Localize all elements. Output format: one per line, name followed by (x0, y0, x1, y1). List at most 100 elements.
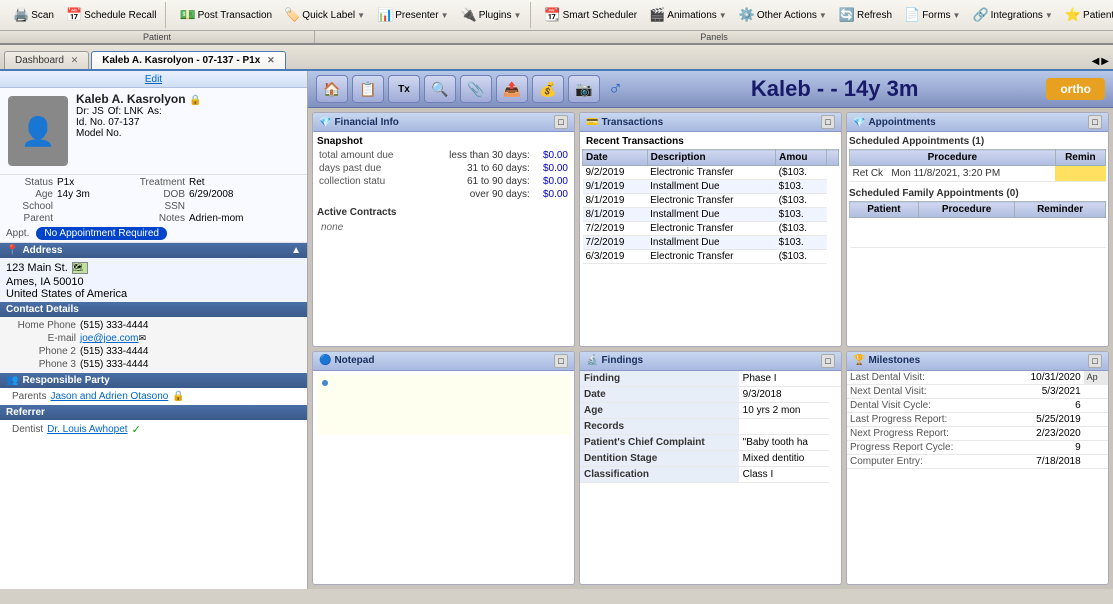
address-expand-icon[interactable]: ▲ (291, 245, 301, 256)
animations-button[interactable]: 🎬 Animations ▼ (644, 4, 732, 26)
ms-val-2: 5/3/2021 (1003, 384, 1083, 398)
scan-button[interactable]: 🖨️ Scan (8, 4, 59, 26)
table-row: Date 9/3/2018 (580, 386, 841, 402)
toolbar: 🖨️ Scan 📅 Schedule Recall 💵 Post Transac… (0, 0, 1113, 45)
appt-reminder (1055, 166, 1105, 182)
refresh-icon: 🔄 (839, 7, 855, 23)
patient-tab-label: Kaleb A. Kasrolyon - 07-137 - P1x (102, 55, 260, 66)
table-row: 9/2/2019Electronic Transfer($103. (583, 166, 839, 180)
smart-scheduler-button[interactable]: 📆 Smart Scheduler (539, 4, 642, 26)
appointments-panel-header: 💎 Appointments □ (847, 113, 1108, 132)
trans-amt: $103. (776, 236, 827, 250)
ms-label-1: Last Dental Visit: (847, 371, 1003, 385)
other-actions-button[interactable]: ⚙️ Other Actions ▼ (734, 4, 832, 26)
gender-icon: ♂ (608, 78, 623, 101)
referrer-section: Referrer Dentist Dr. Louis Awhopet ✓ (0, 405, 307, 439)
table-row: Last Progress Report: 5/25/2019 (847, 412, 1108, 426)
post-transaction-button[interactable]: 💵 Post Transaction (174, 4, 277, 26)
patient-tab-close[interactable]: ✕ (267, 55, 275, 65)
responsible-party-icon: 👥 (6, 375, 18, 386)
paperclip-btn[interactable]: 📎 (460, 75, 492, 103)
tab-arrow-right[interactable]: ▶ (1101, 56, 1109, 67)
dr-label: Dr: JS (76, 106, 104, 117)
forms-label: Forms (922, 10, 950, 21)
trans-date: 6/3/2019 (583, 250, 648, 264)
other-actions-icon: ⚙️ (739, 7, 755, 23)
milestones-panel: 🏆 Milestones □ Last Dental Visit: 10/31/… (846, 351, 1109, 586)
transactions-icon: 💳 (586, 117, 598, 128)
plugins-label: Plugins (479, 10, 512, 21)
finding-label-6: Dentition Stage (580, 450, 739, 466)
finding-val-5: "Baby tooth ha (739, 434, 829, 450)
schedule-recall-button[interactable]: 📅 Schedule Recall (61, 4, 161, 26)
recent-trans-title: Recent Transactions (582, 134, 839, 149)
home-phone-row: Home Phone (515) 333-4444 (6, 319, 301, 332)
integrations-icon: 🔗 (972, 7, 988, 23)
dashboard-tab-close[interactable]: ✕ (71, 55, 79, 65)
dashboard-tab[interactable]: Dashboard ✕ (4, 51, 89, 69)
school-key: School (6, 201, 56, 212)
plugins-button[interactable]: 🔌 Plugins ▼ (456, 4, 527, 26)
dollar-btn[interactable]: 💰 (532, 75, 564, 103)
tab-arrow-left[interactable]: ◀ (1092, 56, 1100, 67)
refresh-button[interactable]: 🔄 Refresh (834, 4, 897, 26)
search-btn[interactable]: 🔍 (424, 75, 456, 103)
trans-amt: $103. (776, 180, 827, 194)
findings-panel-close[interactable]: □ (821, 354, 835, 368)
forms-button[interactable]: 📄 Forms ▼ (899, 4, 965, 26)
financial-panel-close[interactable]: □ (554, 115, 568, 129)
family-col-patient: Patient (850, 202, 919, 218)
ms-val-3: 6 (1003, 398, 1083, 412)
trans-amt: ($103. (776, 194, 827, 208)
snap-val-3: $0.00 (532, 175, 570, 188)
edit-link[interactable]: Edit (145, 74, 162, 85)
patient-tab[interactable]: Kaleb A. Kasrolyon - 07-137 - P1x ✕ (91, 51, 285, 69)
schedule-recall-icon: 📅 (66, 7, 82, 23)
notepad-panel-close[interactable]: □ (554, 354, 568, 368)
snap-val-1: $0.00 (532, 149, 570, 162)
trans-desc: Electronic Transfer (647, 250, 776, 264)
camera-btn[interactable]: 📷 (568, 75, 600, 103)
tab-nav-arrows: ◀ ▶ (1092, 56, 1109, 69)
home-btn[interactable]: 🏠 (316, 75, 348, 103)
findings-scroll (829, 371, 841, 387)
ortho-badge[interactable]: ortho (1046, 78, 1105, 100)
table-row: 9/1/2019Installment Due$103. (583, 180, 839, 194)
lock-icon: 🔒 (189, 95, 201, 106)
transactions-panel-close[interactable]: □ (821, 115, 835, 129)
table-row: Next Dental Visit: 5/3/2021 (847, 384, 1108, 398)
animations-label: Animations (667, 10, 716, 21)
family-appt-header-row: Patient Procedure Reminder (850, 202, 1106, 218)
scan-icon: 🖨️ (13, 7, 29, 23)
tx-btn[interactable]: Tx (388, 75, 420, 103)
age-value: 14y 3m (57, 189, 137, 200)
notepad-text[interactable] (317, 375, 570, 435)
tab-strip: Dashboard ✕ Kaleb A. Kasrolyon - 07-137 … (0, 45, 1113, 71)
phone3-row: Phone 3 (515) 333-4444 (6, 358, 301, 371)
milestones-icon: 🏆 (853, 355, 865, 366)
snap-sub-2: 31 to 60 days: (420, 162, 531, 175)
resp-value[interactable]: Jason and Adrien Otasono (50, 391, 168, 402)
address-row2: Ames, IA 50010 (6, 276, 301, 288)
table-row: Patient's Chief Complaint "Baby tooth ha (580, 434, 841, 450)
milestones-panel-close[interactable]: □ (1088, 354, 1102, 368)
scheduled-appt-table: Procedure Remin Ret Ck Mon 11/8/2021, 3:… (849, 149, 1106, 182)
integrations-button[interactable]: 🔗 Integrations ▼ (967, 4, 1057, 26)
list-btn[interactable]: 📋 (352, 75, 384, 103)
map-icon[interactable]: 🗺 (72, 262, 88, 274)
table-row: 8/1/2019Electronic Transfer($103. (583, 194, 839, 208)
upload-btn[interactable]: 📤 (496, 75, 528, 103)
ms-label-5: Next Progress Report: (847, 426, 1003, 440)
appointments-panel-close[interactable]: □ (1088, 115, 1102, 129)
presenter-button[interactable]: 📊 Presenter ▼ (372, 4, 453, 26)
referrer-header: Referrer (0, 405, 307, 420)
referrer-value[interactable]: Dr. Louis Awhopet (47, 424, 127, 435)
snap-sub-4: over 90 days: (420, 188, 531, 201)
model-row: Model No. (76, 128, 303, 139)
family-col-procedure: Procedure (918, 202, 1014, 218)
ssn-value (189, 201, 269, 212)
email-value[interactable]: joe@joe.com (80, 333, 139, 344)
trans-desc: Electronic Transfer (647, 194, 776, 208)
patient-rewards-button[interactable]: ⭐ Patient Rewards (1060, 4, 1113, 26)
quick-label-button[interactable]: 🏷️ Quick Label ▼ (279, 4, 370, 26)
